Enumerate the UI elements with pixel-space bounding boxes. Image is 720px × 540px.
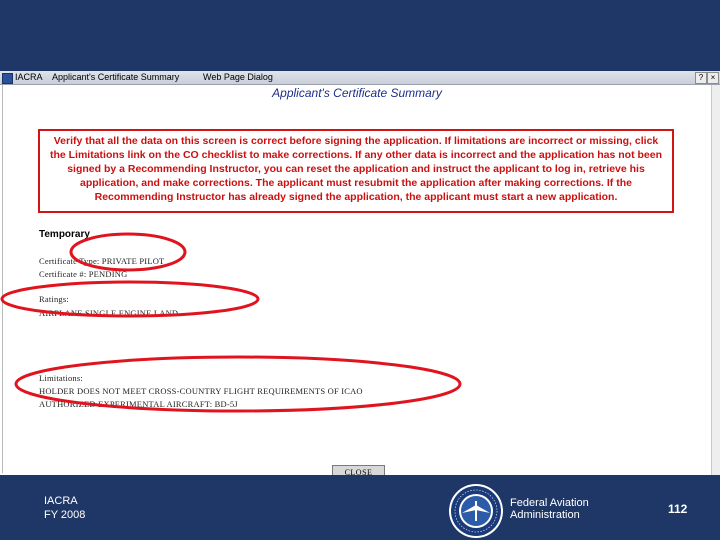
faa-seal-icon: [449, 484, 503, 538]
certificate-number: Certificate #: PENDING: [39, 269, 128, 279]
close-button[interactable]: CLOSE: [332, 465, 385, 475]
section-title-temporary: Temporary: [39, 229, 90, 240]
dialog-titlebar: IACRA Applicant's Certificate Summary We…: [0, 71, 720, 85]
limitation-item: HOLDER DOES NOT MEET CROSS-COUNTRY FLIGH…: [39, 386, 363, 396]
vertical-scrollbar[interactable]: [711, 85, 720, 475]
titlebar-app-name: IACRA: [15, 72, 43, 82]
footer-org-name: IACRA: [44, 495, 78, 507]
slide-page-number: 112: [668, 502, 688, 516]
ratings-value: AIRPLANE SINGLE ENGINE LAND: [39, 308, 179, 318]
titlebar-dialog-label: Web Page Dialog: [203, 72, 273, 82]
limitations-label: Limitations:: [39, 373, 83, 383]
dialog-content: Applicant's Certificate Summary Verify t…: [2, 85, 712, 475]
footer-agency-line1: Federal Aviation: [510, 497, 589, 509]
help-button[interactable]: ?: [695, 72, 707, 84]
footer-org: IACRA FY 2008: [44, 494, 85, 522]
titlebar-title: Applicant's Certificate Summary: [52, 72, 180, 82]
certificate-type: Certificate Type: PRIVATE PILOT: [39, 256, 165, 266]
verification-warning: Verify that all the data on this screen …: [38, 129, 674, 213]
footer-agency-line2: Administration: [510, 509, 580, 521]
footer-fiscal-year: FY 2008: [44, 509, 86, 521]
ratings-label: Ratings:: [39, 294, 69, 304]
window-close-button[interactable]: ×: [707, 72, 719, 84]
ie-app-icon: [2, 73, 13, 84]
limitation-item: AUTHORIZED EXPERIMENTAL AIRCRAFT: BD-5J: [39, 399, 238, 409]
page-title: Applicant's Certificate Summary: [272, 86, 442, 100]
web-page-dialog: IACRA Applicant's Certificate Summary We…: [0, 71, 720, 475]
footer-agency: Federal Aviation Administration: [510, 497, 589, 521]
